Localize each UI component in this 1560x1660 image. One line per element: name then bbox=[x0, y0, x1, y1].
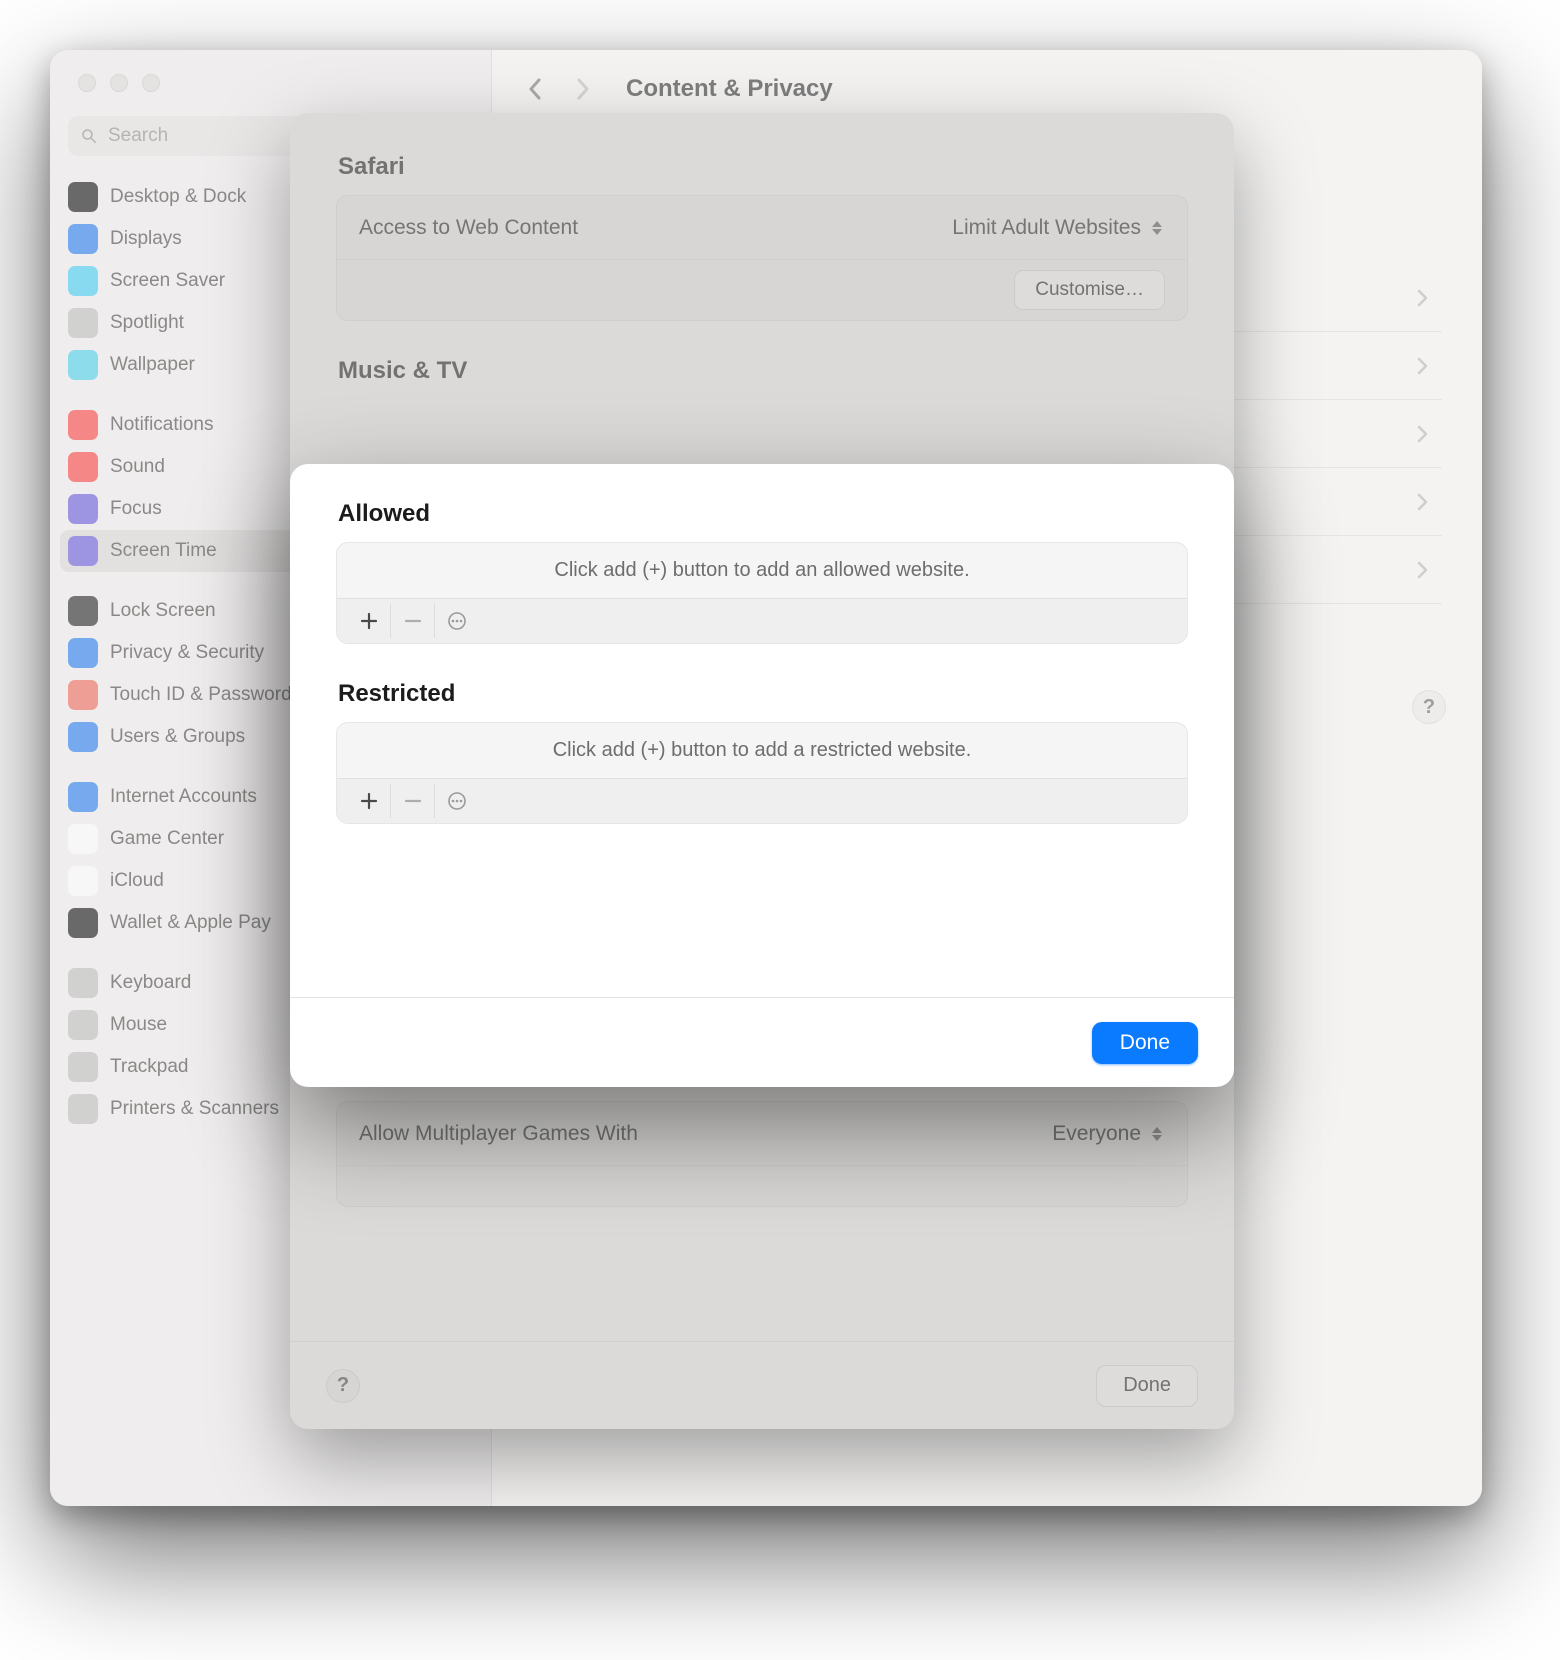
minimize-icon[interactable] bbox=[110, 74, 128, 92]
allowed-list: Click add (+) button to add an allowed w… bbox=[336, 542, 1188, 644]
updown-icon bbox=[1149, 221, 1165, 235]
access-web-content-row[interactable]: Access to Web Content Limit Adult Websit… bbox=[337, 196, 1187, 260]
access-value[interactable]: Limit Adult Websites bbox=[952, 216, 1165, 240]
search-placeholder: Search bbox=[108, 125, 168, 147]
safari-box: Access to Web Content Limit Adult Websit… bbox=[336, 195, 1188, 321]
sidebar-item-icon bbox=[68, 182, 98, 212]
sidebar-item-label: Spotlight bbox=[110, 312, 184, 334]
sidebar-item-icon bbox=[68, 908, 98, 938]
sidebar-item-icon bbox=[68, 1094, 98, 1124]
plus-icon bbox=[360, 612, 378, 630]
chevron-right-icon bbox=[1416, 559, 1430, 581]
more-button[interactable] bbox=[435, 604, 479, 638]
sidebar-item-icon bbox=[68, 224, 98, 254]
sidebar-item-label: Lock Screen bbox=[110, 600, 216, 622]
restricted-heading: Restricted bbox=[338, 680, 1188, 708]
sidebar-item-icon bbox=[68, 536, 98, 566]
window-controls[interactable] bbox=[50, 50, 491, 92]
sidebar-item-label: iCloud bbox=[110, 870, 164, 892]
sidebar-item-icon bbox=[68, 722, 98, 752]
done-button[interactable]: Done bbox=[1096, 1365, 1198, 1407]
ellipsis-circle-icon bbox=[447, 791, 467, 811]
chevron-right-icon bbox=[1416, 491, 1430, 513]
sidebar-item-label: Focus bbox=[110, 498, 162, 520]
sidebar-item-label: Keyboard bbox=[110, 972, 191, 994]
restricted-list: Click add (+) button to add a restricted… bbox=[336, 722, 1188, 824]
sidebar-item-label: Screen Time bbox=[110, 540, 217, 562]
add-button[interactable] bbox=[347, 784, 391, 818]
sidebar-item-label: Sound bbox=[110, 456, 165, 478]
help-button[interactable]: ? bbox=[1412, 690, 1446, 724]
multi-label: Allow Multiplayer Games With bbox=[359, 1122, 638, 1146]
sidebar-item-icon bbox=[68, 782, 98, 812]
sidebar-item-label: Mouse bbox=[110, 1014, 167, 1036]
sidebar-item-label: Wallet & Apple Pay bbox=[110, 912, 271, 934]
sidebar-item-label: Desktop & Dock bbox=[110, 186, 246, 208]
remove-button[interactable] bbox=[391, 784, 435, 818]
sidebar-item-icon bbox=[68, 968, 98, 998]
music-tv-heading: Music & TV bbox=[338, 357, 1188, 385]
sidebar-item-label: Trackpad bbox=[110, 1056, 189, 1078]
minus-icon bbox=[404, 792, 422, 810]
sidebar-item-icon bbox=[68, 494, 98, 524]
multi-value[interactable]: Everyone bbox=[1052, 1122, 1165, 1146]
page-title: Content & Privacy bbox=[626, 75, 833, 103]
sidebar-item-icon bbox=[68, 596, 98, 626]
sidebar-item-icon bbox=[68, 638, 98, 668]
search-icon bbox=[80, 127, 98, 145]
restricted-placeholder: Click add (+) button to add a restricted… bbox=[337, 723, 1187, 779]
more-button[interactable] bbox=[435, 784, 479, 818]
customise-row: Customise… bbox=[337, 260, 1187, 320]
sidebar-item-icon bbox=[68, 452, 98, 482]
access-label: Access to Web Content bbox=[359, 216, 578, 240]
sidebar-item-label: Privacy & Security bbox=[110, 642, 264, 664]
customise-button[interactable]: Customise… bbox=[1014, 270, 1165, 310]
ellipsis-circle-icon bbox=[447, 611, 467, 631]
chevron-right-icon bbox=[1416, 423, 1430, 445]
allowed-toolbar bbox=[337, 599, 1187, 643]
close-icon[interactable] bbox=[78, 74, 96, 92]
forward-button[interactable] bbox=[568, 69, 598, 109]
sidebar-item-icon bbox=[68, 824, 98, 854]
sidebar-item-label: Touch ID & Password bbox=[110, 684, 292, 706]
sidebar-item-icon bbox=[68, 266, 98, 296]
allowed-restricted-modal: Allowed Click add (+) button to add an a… bbox=[290, 464, 1234, 1087]
sidebar-item-label: Printers & Scanners bbox=[110, 1098, 279, 1120]
sidebar-item-icon bbox=[68, 1010, 98, 1040]
sidebar-item-icon bbox=[68, 308, 98, 338]
sidebar-item-icon bbox=[68, 866, 98, 896]
sidebar-item-icon bbox=[68, 680, 98, 710]
sidebar-item-icon bbox=[68, 410, 98, 440]
sidebar-item-label: Users & Groups bbox=[110, 726, 245, 748]
safari-heading: Safari bbox=[338, 153, 1188, 181]
allowed-heading: Allowed bbox=[338, 500, 1188, 528]
updown-icon bbox=[1149, 1127, 1165, 1141]
remove-button[interactable] bbox=[391, 604, 435, 638]
modal-footer: Done bbox=[290, 997, 1234, 1087]
restricted-toolbar bbox=[337, 779, 1187, 823]
sheet1-footer: ? Done bbox=[290, 1341, 1234, 1429]
sidebar-item-label: Wallpaper bbox=[110, 354, 195, 376]
multiplayer-row[interactable]: Allow Multiplayer Games With Everyone bbox=[337, 1102, 1187, 1166]
sidebar-item-label: Screen Saver bbox=[110, 270, 225, 292]
sidebar-item-icon bbox=[68, 350, 98, 380]
sidebar-item-label: Notifications bbox=[110, 414, 214, 436]
minus-icon bbox=[404, 612, 422, 630]
done-button[interactable]: Done bbox=[1092, 1022, 1198, 1064]
chevron-right-icon bbox=[1416, 287, 1430, 309]
add-button[interactable] bbox=[347, 604, 391, 638]
back-button[interactable] bbox=[520, 69, 550, 109]
sidebar-item-label: Game Center bbox=[110, 828, 224, 850]
cutoff-row bbox=[337, 1166, 1187, 1206]
sidebar-item-icon bbox=[68, 1052, 98, 1082]
chevron-right-icon bbox=[1416, 355, 1430, 377]
zoom-icon[interactable] bbox=[142, 74, 160, 92]
plus-icon bbox=[360, 792, 378, 810]
help-button[interactable]: ? bbox=[326, 1369, 360, 1403]
allowed-placeholder: Click add (+) button to add an allowed w… bbox=[337, 543, 1187, 599]
sidebar-item-label: Displays bbox=[110, 228, 182, 250]
multiplayer-box: Allow Multiplayer Games With Everyone bbox=[336, 1101, 1188, 1207]
sidebar-item-label: Internet Accounts bbox=[110, 786, 257, 808]
